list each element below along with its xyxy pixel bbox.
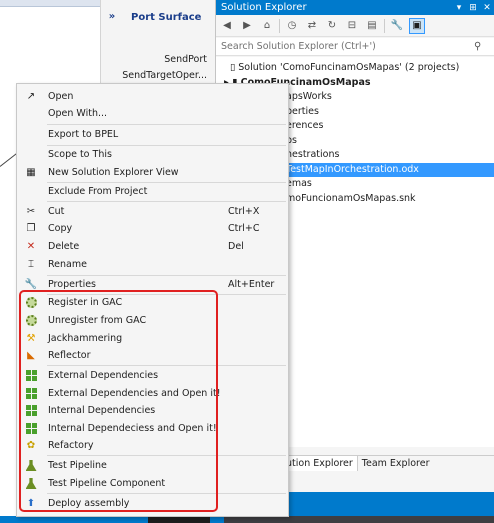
menu-item-properties[interactable]: 🔧 Properties Alt+Enter (17, 276, 288, 293)
new-view-icon: ▦ (26, 167, 36, 178)
gac-unregister-icon (17, 312, 45, 329)
toolbar-divider (279, 18, 280, 33)
menu-item-exclude[interactable]: Exclude From Project (17, 183, 288, 200)
status-segment (224, 516, 494, 523)
rename-icon: ⌶ (28, 259, 34, 270)
menu-item-scope-to-this[interactable]: Scope to This (17, 146, 288, 163)
menu-item-reflector[interactable]: ◣ Reflector (17, 347, 288, 364)
menu-item-test-pipeline[interactable]: Test Pipeline (17, 457, 288, 474)
solution-explorer-title: Solution Explorer (221, 2, 307, 13)
menu-item-external-dependencies[interactable]: External Dependencies (17, 367, 288, 384)
delete-icon: ✕ (26, 241, 36, 252)
pending-changes-icon[interactable]: ◷ (284, 18, 300, 34)
dependencies-icon (17, 385, 45, 402)
menu-item-cut[interactable]: ✂ Cut Ctrl+X (17, 203, 288, 220)
status-segment (210, 516, 224, 523)
menu-item-register-gac[interactable]: Register in GAC (17, 294, 288, 311)
show-all-files-icon[interactable]: ▤ (364, 18, 380, 34)
status-segment (0, 516, 148, 523)
port-item-sendtarget[interactable]: SendTargetOper... (101, 68, 215, 84)
menu-item-external-dependencies-open[interactable]: External Dependencies and Open it! (17, 385, 288, 402)
port-surface-title: Port Surface (131, 11, 202, 23)
refactory-icon: ✿ (26, 440, 36, 451)
menu-item-rename[interactable]: ⌶ Rename (17, 256, 288, 273)
pin-icon[interactable]: ⊞ (466, 3, 480, 13)
test-pipeline-icon (17, 475, 45, 492)
close-icon[interactable]: ✕ (480, 3, 494, 13)
sync-icon[interactable]: ⇄ (304, 18, 320, 34)
back-icon[interactable]: ◀ (219, 18, 235, 34)
menu-separator (47, 365, 286, 366)
dependencies-icon (17, 367, 45, 384)
menu-item-export-bpel[interactable]: Export to BPEL (17, 126, 288, 143)
refresh-icon[interactable]: ↻ (324, 18, 340, 34)
menu-item-internal-dependencies-open[interactable]: Internal Dependeciess and Open it! (17, 420, 288, 437)
menu-item-open-with[interactable]: Open With... (17, 105, 288, 122)
solution-explorer-toolbar: ◀ ▶ ⌂ ◷ ⇄ ↻ ⊟ ▤ 🔧 ▣ (216, 15, 494, 37)
menu-item-open[interactable]: ↗ Open (17, 88, 288, 105)
properties-wrench-icon[interactable]: 🔧 (389, 18, 405, 34)
collapse-chevron-icon[interactable]: » (105, 10, 119, 24)
designer-shape (0, 0, 100, 7)
toolbar-divider (384, 18, 385, 33)
context-menu: ↗ Open Open With... Export to BPEL Scope … (16, 83, 289, 517)
menu-item-internal-dependencies[interactable]: Internal Dependencies (17, 402, 288, 419)
search-input[interactable]: Search Solution Explorer (Ctrl+') (221, 41, 474, 52)
wrench-icon: 🔧 (24, 279, 38, 290)
menu-item-refactory[interactable]: ✿ Refactory (17, 437, 288, 454)
solution-search-box[interactable]: Search Solution Explorer (Ctrl+') ⚲ (216, 38, 494, 56)
dependencies-icon (17, 402, 45, 419)
open-icon: ↗ (26, 91, 36, 102)
menu-item-unregister-gac[interactable]: Unregister from GAC (17, 312, 288, 329)
tab-team-explorer[interactable]: Team Explorer (358, 456, 434, 471)
status-bar (0, 516, 494, 523)
test-pipeline-icon (17, 457, 45, 474)
port-item-sendport[interactable]: SendPort (101, 52, 215, 68)
search-icon[interactable]: ⚲ (474, 41, 494, 52)
dropdown-icon[interactable]: ▾ (452, 3, 466, 13)
preview-icon[interactable]: ▣ (409, 17, 425, 34)
menu-separator (47, 124, 286, 125)
menu-separator (47, 455, 286, 456)
gac-register-icon (17, 294, 45, 311)
menu-item-deploy-assembly[interactable]: ⬆ Deploy assembly (17, 495, 288, 512)
menu-item-test-pipeline-component[interactable]: Test Pipeline Component (17, 475, 288, 492)
jackhammer-icon: ⚒ (26, 333, 36, 344)
tree-node-solution[interactable]: ▯ Solution 'ComoFuncinamOsMapas' (2 proj… (216, 61, 494, 76)
home-icon[interactable]: ⌂ (259, 18, 275, 34)
menu-separator (47, 493, 286, 494)
menu-item-delete[interactable]: ✕ Delete Del (17, 238, 288, 255)
menu-item-copy[interactable]: ❐ Copy Ctrl+C (17, 220, 288, 237)
menu-separator (47, 201, 286, 202)
menu-item-jackhammering[interactable]: ⚒ Jackhammering (17, 330, 288, 347)
collapse-all-icon[interactable]: ⊟ (344, 18, 360, 34)
menu-item-new-view[interactable]: ▦ New Solution Explorer View (17, 164, 288, 181)
dependencies-icon (17, 420, 45, 437)
cut-icon: ✂ (26, 206, 36, 217)
port-surface-header: » Port Surface (101, 0, 215, 34)
solution-explorer-titlebar: Solution Explorer ▾ ⊞ ✕ (216, 0, 494, 15)
copy-icon: ❐ (26, 223, 36, 234)
forward-icon[interactable]: ▶ (239, 18, 255, 34)
reflector-icon: ◣ (27, 350, 35, 361)
deploy-icon: ⬆ (26, 498, 36, 509)
